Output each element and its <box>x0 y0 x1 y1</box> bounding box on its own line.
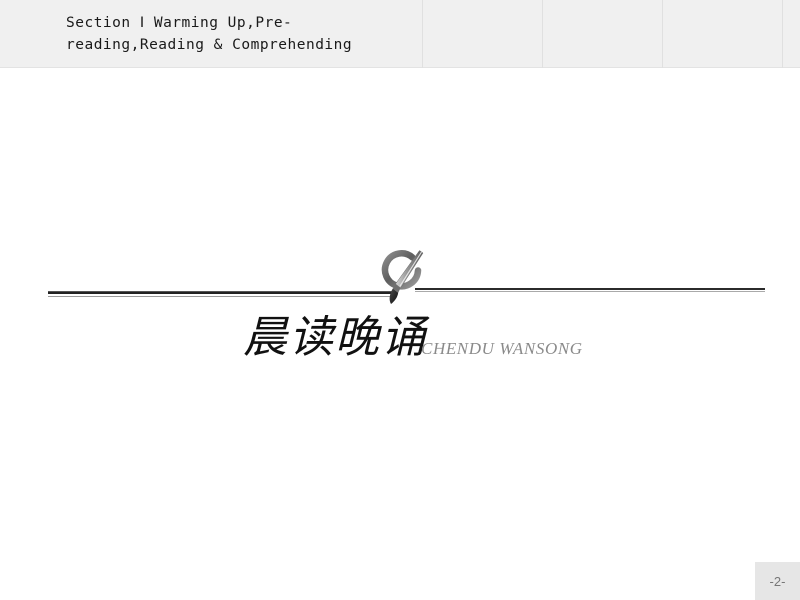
slide-title-chinese: 晨读晚诵 <box>243 312 427 363</box>
section-header-title: Section Ⅰ Warming Up,Pre- reading,Readin… <box>66 15 353 53</box>
horizontal-rule-right <box>415 288 765 290</box>
page-number-badge: -2- <box>755 562 800 600</box>
brush-in-circle-emblem-icon <box>378 248 430 308</box>
horizontal-rule-right-hairline <box>415 291 765 292</box>
horizontal-rule-left <box>48 291 393 294</box>
header-divider-2 <box>542 0 543 68</box>
page-number-label: -2- <box>769 573 786 589</box>
horizontal-rule-left-hairline <box>48 296 393 297</box>
header-divider-3 <box>662 0 663 68</box>
header-divider-4 <box>782 0 783 68</box>
slide-title-pinyin: CHENDU WANSONG <box>421 339 583 358</box>
header-divider-1 <box>422 0 423 68</box>
